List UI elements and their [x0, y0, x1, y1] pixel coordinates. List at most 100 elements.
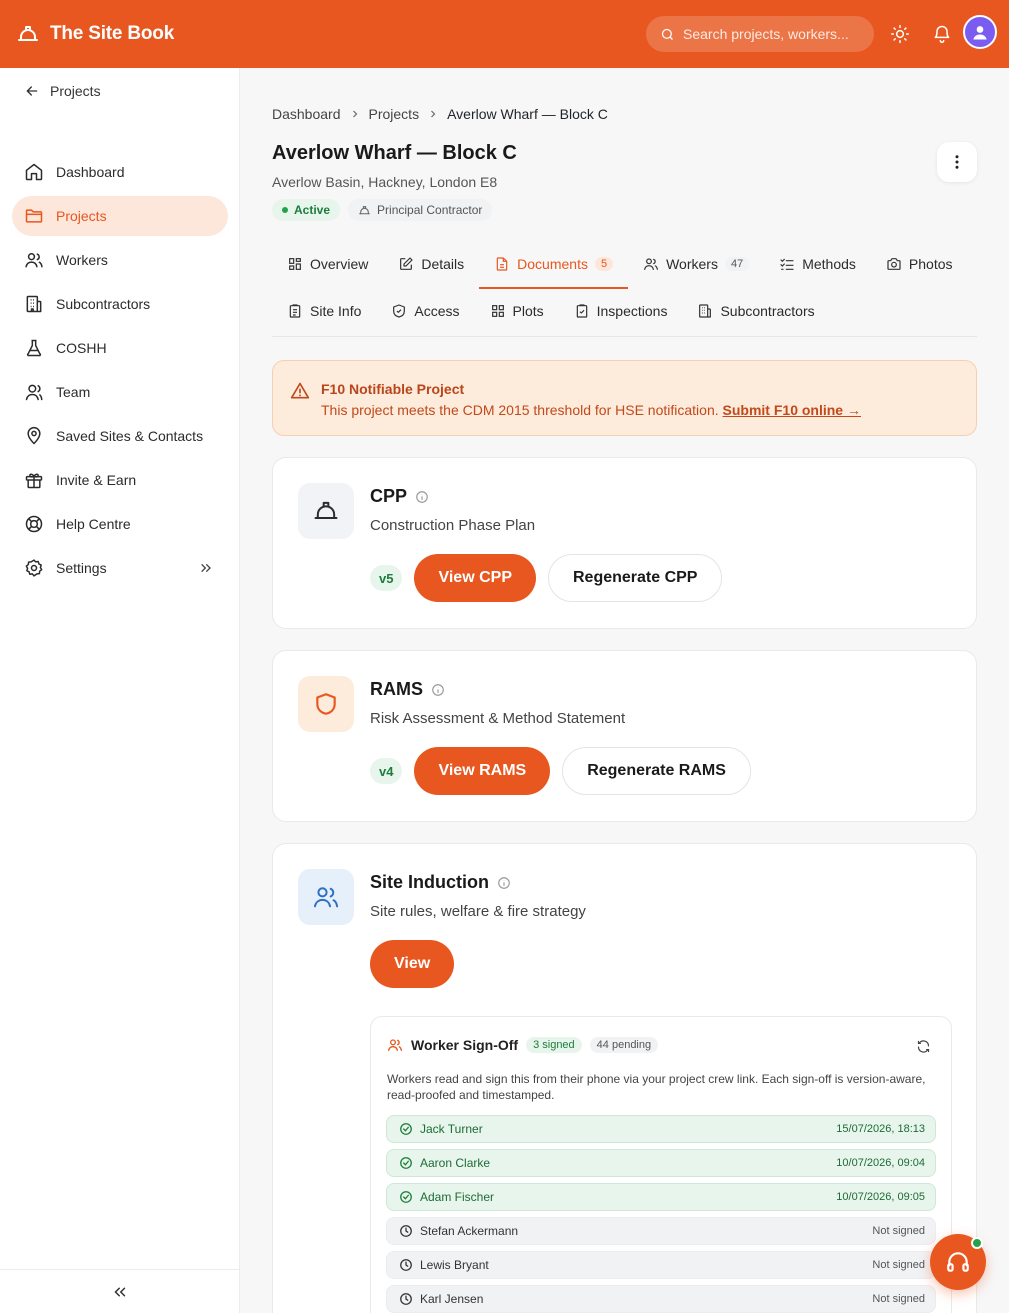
f10-alert: F10 Notifiable Project This project meet…: [272, 360, 977, 436]
card-title: RAMS: [370, 679, 445, 700]
tab-overview[interactable]: Overview: [272, 240, 383, 288]
gift-icon: [24, 470, 44, 490]
view-rams-button[interactable]: View RAMS: [414, 747, 551, 795]
signoff-row[interactable]: Stefan Ackermann Not signed: [386, 1217, 936, 1245]
page-title: Averlow Wharf — Block C: [272, 142, 517, 164]
info-icon[interactable]: [497, 876, 511, 890]
breadcrumb-projects[interactable]: Projects: [369, 106, 420, 122]
signoff-row[interactable]: Karl Jensen Not signed: [386, 1285, 936, 1313]
sidebar-item-projects[interactable]: Projects: [12, 196, 228, 236]
cpp-actions: v5 View CPP Regenerate CPP: [370, 554, 723, 602]
shield-icon: [391, 303, 407, 319]
tab-label: Photos: [908, 256, 953, 272]
tab-workers[interactable]: Workers 47: [628, 240, 764, 288]
headset-icon: [945, 1249, 971, 1275]
warning-icon: [290, 381, 310, 401]
worker-name: Aaron Clarke: [420, 1156, 491, 1170]
check-circle-icon: [399, 1156, 413, 1170]
clipboard-icon: [287, 303, 303, 319]
gear-icon: [24, 558, 44, 578]
sidebar-item-settings[interactable]: Settings: [12, 548, 228, 588]
online-indicator: [971, 1237, 983, 1249]
support-chat-button[interactable]: [930, 1234, 986, 1290]
sidebar-item-help-centre[interactable]: Help Centre: [12, 504, 228, 544]
alert-message: This project meets the CDM 2015 threshol…: [321, 402, 719, 418]
info-icon[interactable]: [415, 490, 429, 504]
brand[interactable]: The Site Book: [16, 0, 174, 68]
sidebar-item-label: Workers: [56, 252, 108, 268]
tabs-row-1: Overview Details Documents 5 Workers 47 …: [272, 240, 968, 289]
tab-plots[interactable]: Plots: [475, 287, 559, 335]
view-cpp-button[interactable]: View CPP: [414, 554, 536, 602]
info-icon[interactable]: [431, 683, 445, 697]
search-box[interactable]: [646, 16, 874, 52]
signoff-row[interactable]: Lewis Bryant Not signed: [386, 1251, 936, 1279]
sidebar-item-label: Dashboard: [56, 164, 125, 180]
chevron-right-icon: [349, 108, 361, 120]
sidebar-item-dashboard[interactable]: Dashboard: [12, 152, 228, 192]
signoff-status: Not signed: [872, 1293, 925, 1305]
signoff-row[interactable]: Jack Turner 15/07/2026, 18:13: [386, 1115, 936, 1143]
sidebar-item-invite-earn[interactable]: Invite & Earn: [12, 460, 228, 500]
regenerate-rams-button[interactable]: Regenerate RAMS: [562, 747, 751, 795]
more-options-button[interactable]: [937, 142, 977, 182]
home-icon: [24, 162, 44, 182]
checklist-icon: [779, 256, 795, 272]
breadcrumb-dashboard[interactable]: Dashboard: [272, 106, 341, 122]
refresh-icon[interactable]: [916, 1039, 931, 1054]
signoff-header: Worker Sign-Off 3 signed 44 pending: [387, 1037, 659, 1053]
view-induction-button[interactable]: View: [370, 940, 455, 988]
alert-text: This project meets the CDM 2015 threshol…: [321, 402, 861, 418]
tab-methods[interactable]: Methods: [764, 240, 871, 288]
chevrons-right-icon[interactable]: [198, 560, 214, 576]
tab-label: Subcontractors: [720, 303, 815, 319]
search-input[interactable]: [683, 26, 863, 42]
tab-label: Methods: [802, 256, 856, 272]
status-badge-label: Active: [294, 203, 331, 217]
sidebar-item-coshh[interactable]: COSHH: [12, 328, 228, 368]
tab-inspections[interactable]: Inspections: [559, 287, 683, 335]
worker-name: Jack Turner: [420, 1122, 483, 1136]
tab-photos[interactable]: Photos: [871, 240, 968, 288]
tab-count: 5: [594, 257, 614, 271]
induction-subtitle: Site rules, welfare & fire strategy: [370, 903, 586, 920]
users-icon: [387, 1037, 403, 1053]
tab-documents[interactable]: Documents 5: [479, 240, 629, 289]
tab-label: Inspections: [596, 303, 668, 319]
theme-toggle-sun-icon[interactable]: [888, 22, 912, 46]
rams-title: RAMS: [370, 679, 423, 699]
tab-subcontractors[interactable]: Subcontractors: [682, 287, 829, 335]
clock-icon: [399, 1292, 413, 1306]
card-title: CPP: [370, 486, 429, 507]
tab-details[interactable]: Details: [383, 240, 479, 288]
submit-f10-link[interactable]: Submit F10 online →: [723, 402, 861, 418]
regenerate-cpp-button[interactable]: Regenerate CPP: [547, 554, 723, 602]
signoff-row[interactable]: Aaron Clarke 10/07/2026, 09:04: [386, 1149, 936, 1177]
tab-site-info[interactable]: Site Info: [272, 287, 376, 335]
collapse-sidebar-button[interactable]: [0, 1269, 239, 1313]
sidebar-item-team[interactable]: Team: [12, 372, 228, 412]
sidebar-item-saved-sites[interactable]: Saved Sites & Contacts: [12, 416, 228, 456]
status-dot: [282, 207, 288, 213]
back-to-projects[interactable]: Projects: [24, 76, 101, 106]
folder-icon: [24, 206, 44, 226]
clock-icon: [399, 1224, 413, 1238]
sidebar-item-subcontractors[interactable]: Subcontractors: [12, 284, 228, 324]
cpp-card: CPP Construction Phase Plan v5 View CPP …: [272, 457, 977, 629]
sidebar-item-workers[interactable]: Workers: [12, 240, 228, 280]
building-icon: [697, 303, 713, 319]
induction-icon-tile: [298, 869, 354, 925]
chevron-right-icon: [427, 108, 439, 120]
team-icon: [24, 382, 44, 402]
signoff-row[interactable]: Adam Fischer 10/07/2026, 09:05: [386, 1183, 936, 1211]
signoff-status: 10/07/2026, 09:04: [836, 1157, 925, 1169]
cpp-icon-tile: [298, 483, 354, 539]
clock-icon: [399, 1258, 413, 1272]
sidebar-item-label: Settings: [56, 560, 107, 576]
version-badge: v5: [370, 565, 403, 591]
worker-name: Lewis Bryant: [420, 1258, 489, 1272]
signoff-description: Workers read and sign this from their ph…: [387, 1072, 926, 1102]
bell-icon[interactable]: [930, 22, 954, 46]
avatar[interactable]: [963, 15, 997, 49]
tab-access[interactable]: Access: [376, 287, 474, 335]
